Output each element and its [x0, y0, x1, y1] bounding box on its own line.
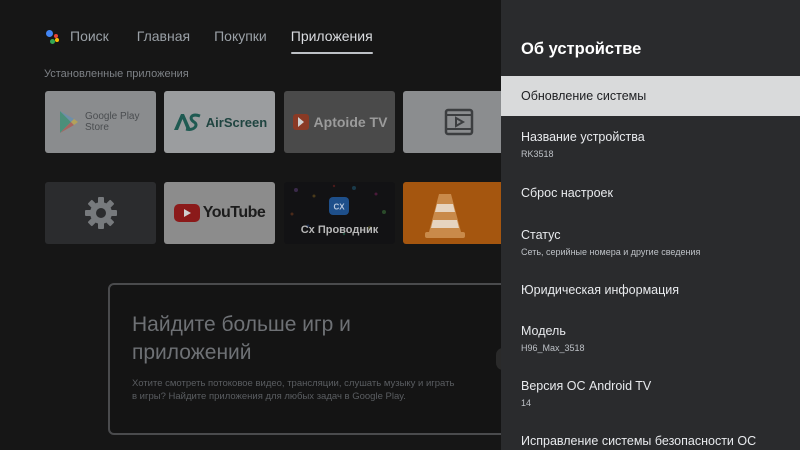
- settings-item-value: H96_Max_3518: [521, 343, 585, 353]
- settings-item-value: 14: [521, 398, 532, 408]
- gear-icon: [84, 197, 117, 229]
- promo-description: Хотите смотреть потоковое видео, трансля…: [132, 378, 455, 402]
- cx-file-explorer-icon: CX: [329, 197, 349, 215]
- settings-item-value: RK3518: [521, 149, 554, 159]
- settings-item-legal-info[interactable]: Юридическая информация: [501, 283, 800, 297]
- settings-item-android-tv-version[interactable]: Версия ОС Android TV 14: [501, 379, 800, 408]
- airscreen-icon: [173, 113, 201, 131]
- vlc-cone-icon: [425, 194, 465, 238]
- settings-item-label: Обновление системы: [521, 89, 647, 103]
- svg-text:CX: CX: [333, 203, 345, 212]
- app-tile-google-play[interactable]: Google Play Store: [45, 91, 156, 153]
- app-tile-airscreen[interactable]: AirScreen: [164, 91, 275, 153]
- app-tile-settings[interactable]: [45, 182, 156, 244]
- search-button[interactable]: Поиск: [70, 28, 109, 44]
- tab-home[interactable]: Главная: [137, 24, 190, 48]
- settings-item-device-name[interactable]: Название устройства RK3518: [501, 130, 800, 159]
- google-play-icon: [60, 111, 78, 133]
- promo-title: Найдите больше игр и приложений: [132, 313, 351, 364]
- app-label: YouTube: [202, 204, 266, 221]
- discover-more-card[interactable]: Найдите больше игр и приложений Хотите с…: [108, 283, 528, 435]
- settings-item-label: Название устройства: [521, 130, 645, 144]
- aptoide-icon: [292, 114, 309, 130]
- app-tile-aptoide[interactable]: Aptoide TV: [284, 91, 395, 153]
- settings-item-value: Сеть, серийные номера и другие сведения: [521, 247, 701, 257]
- app-label: AirScreen: [205, 114, 268, 130]
- google-assistant-icon[interactable]: [44, 27, 62, 45]
- settings-item-factory-reset[interactable]: Сброс настроек: [501, 186, 800, 200]
- top-navigation: Поиск Главная Покупки Приложения: [44, 24, 397, 54]
- panel-title: Об устройстве: [521, 40, 642, 58]
- app-tile-vlc[interactable]: V: [403, 182, 514, 244]
- settings-item-status[interactable]: Статус Сеть, серийные номера и другие св…: [501, 228, 800, 257]
- settings-item-label: Сброс настроек: [521, 186, 613, 200]
- app-tile-youtube[interactable]: YouTube: [164, 182, 275, 244]
- app-tile-video-player[interactable]: [403, 91, 514, 153]
- youtube-icon: [173, 204, 200, 222]
- settings-item-label: Исправление системы безопасности ОС: [521, 434, 757, 448]
- installed-apps-heading: Установленные приложения: [44, 68, 189, 80]
- settings-item-label: Версия ОС Android TV: [521, 379, 652, 393]
- tab-purchases[interactable]: Покупки: [214, 24, 267, 48]
- video-player-icon: [444, 108, 473, 136]
- settings-item-label: Модель: [521, 324, 566, 338]
- about-device-panel: Об устройстве Обновление системы Названи…: [501, 0, 800, 450]
- app-label: Aptoide TV: [313, 114, 388, 130]
- app-label: Google Play Store: [85, 111, 140, 133]
- settings-item-security-patch[interactable]: Исправление системы безопасности ОС: [501, 434, 800, 448]
- settings-item-system-update[interactable]: Обновление системы: [501, 76, 800, 116]
- settings-item-model[interactable]: Модель H96_Max_3518: [501, 324, 800, 353]
- tab-apps[interactable]: Приложения: [290, 24, 373, 54]
- app-label: Cx Проводник: [300, 224, 379, 236]
- settings-item-label: Статус: [521, 228, 561, 242]
- app-tile-cx-explorer[interactable]: CX Cx Проводник: [284, 182, 395, 244]
- settings-item-label: Юридическая информация: [521, 283, 680, 297]
